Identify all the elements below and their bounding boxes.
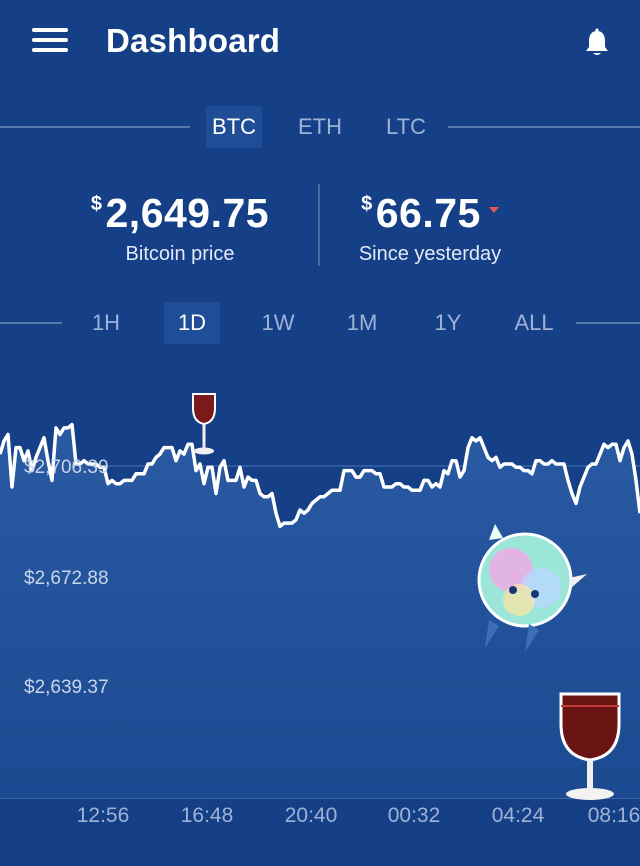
y-tick-label: $2,672.88 [24,568,109,589]
x-tick-label: 04:24 [492,804,545,827]
divider [448,126,640,128]
price-chart: $2,706.39 $2,672.88 $2,639.37 12:56 16:48 20… [0,356,640,866]
divider [576,322,640,324]
x-tick-label: 00:32 [388,804,441,827]
currency-symbol: $ [361,193,373,215]
tab-1w[interactable]: 1W [250,302,306,344]
range-tabs: 1H 1D 1W 1M 1Y ALL [0,300,640,350]
bell-icon[interactable] [580,26,614,60]
x-tick-label: 08:16 [588,804,640,827]
x-tick-label: 16:48 [181,804,234,827]
price-chart-svg: $2,706.39 $2,672.88 $2,639.37 12:56 16:48 20… [0,393,640,827]
change-stat: $66.75 Since yesterday [340,190,520,266]
wine-glass-icon [192,393,216,455]
app-header: Dashboard [0,0,640,88]
tab-ltc[interactable]: LTC [378,106,434,148]
tab-1m[interactable]: 1M [334,302,390,344]
divider [318,184,320,266]
down-arrow-icon [488,207,499,213]
menu-icon[interactable] [32,28,68,56]
price-summary: $2,649.75 Bitcoin price $66.75 Since yes… [0,184,640,280]
tab-btc[interactable]: BTC [206,106,262,148]
page-title: Dashboard [106,22,281,59]
tab-eth[interactable]: ETH [290,106,350,148]
tab-1d[interactable]: 1D [164,302,220,344]
divider [0,126,190,128]
tab-1h[interactable]: 1H [78,302,134,344]
currency-symbol: $ [90,193,103,215]
x-tick-label: 12:56 [77,804,130,827]
y-tick-label: $2,639.37 [24,677,109,698]
x-tick-label: 20:40 [285,804,338,827]
bitcoin-price-stat: $2,649.75 Bitcoin price [60,190,300,266]
bitcoin-price-value: 2,649.75 [105,190,270,236]
tab-all[interactable]: ALL [504,302,564,344]
y-tick-label: $2,706.39 [24,457,109,478]
change-value: 66.75 [375,190,481,236]
divider [0,322,62,324]
currency-tabs: BTC ETH LTC [0,104,640,152]
tab-1y[interactable]: 1Y [420,302,476,344]
bitcoin-price-label: Bitcoin price [125,243,235,265]
change-label: Since yesterday [358,243,502,265]
